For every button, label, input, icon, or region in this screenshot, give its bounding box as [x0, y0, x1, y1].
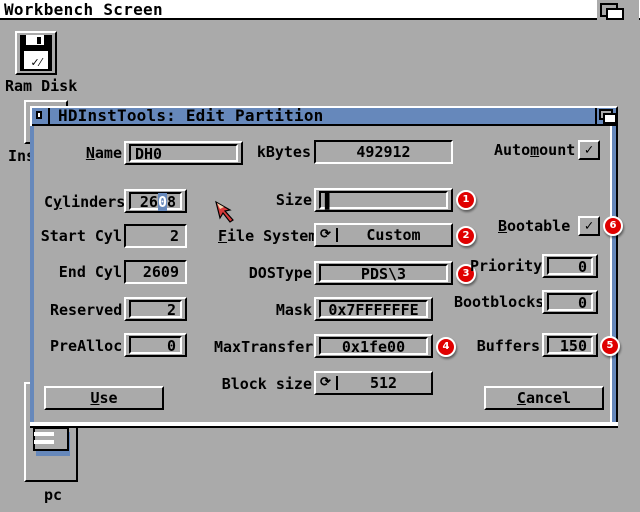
reserved-value: 2 — [129, 300, 182, 318]
priority-value: 0 — [547, 257, 593, 275]
mask-label: Mask — [275, 301, 312, 319]
annotation-badge-1: 1 — [456, 190, 476, 210]
close-icon — [36, 111, 42, 119]
block-size-cycle[interactable]: ⟳ 512 — [314, 371, 433, 395]
file-system-label: File System — [218, 227, 318, 245]
bootblocks-value: 0 — [547, 293, 593, 311]
prealloc-input[interactable]: 0 — [124, 333, 187, 357]
file-system-cycle[interactable]: ⟳ Custom — [314, 223, 453, 247]
priority-input[interactable]: 0 — [542, 254, 598, 278]
size-slider[interactable]: ▌ — [314, 188, 453, 212]
bootblocks-label: Bootblocks — [454, 293, 545, 311]
kbytes-label: kBytes — [256, 143, 311, 161]
ram-disk-icon[interactable]: ✓⁄ — [15, 31, 57, 75]
floppy-disk-icon: ✓⁄ — [20, 35, 52, 71]
bootable-label: Bootable — [498, 217, 571, 235]
window-right-border — [610, 126, 616, 426]
annotation-badge-2: 2 — [456, 226, 476, 246]
annotation-badge-5: 5 — [600, 336, 620, 356]
cylinders-value: 2608 — [129, 192, 182, 211]
priority-label: Priority — [470, 257, 543, 275]
dostype-input[interactable]: PDS\3 — [314, 261, 453, 285]
size-label: Size — [275, 191, 312, 209]
use-button[interactable]: Use — [44, 386, 164, 410]
prealloc-value: 0 — [129, 336, 182, 354]
block-size-label: Block size — [221, 375, 312, 393]
cylinders-input[interactable]: 2608 — [124, 189, 187, 213]
window-depth-gadget[interactable] — [595, 108, 617, 124]
screen-depth-gadget[interactable] — [597, 0, 639, 20]
file-system-value: Custom — [366, 226, 421, 244]
cycle-icon: ⟳ — [320, 375, 331, 390]
kbytes-value: 492912 — [314, 140, 453, 164]
mask-input[interactable]: 0x7FFFFFFE — [314, 297, 433, 321]
block-size-value: 512 — [369, 374, 398, 392]
pc-drive-label: pc — [44, 486, 63, 504]
checkmark-icon: ✓ — [584, 142, 594, 158]
screen-title: Workbench Screen — [4, 0, 163, 19]
name-input[interactable]: DH0 — [124, 141, 243, 165]
buffers-label: Buffers — [476, 337, 540, 355]
bootable-checkbox[interactable]: ✓ — [578, 216, 600, 236]
screen-title-bar: Workbench Screen — [0, 0, 640, 20]
annotation-badge-6: 6 — [603, 216, 623, 236]
ram-disk-label: Ram Disk — [5, 77, 78, 95]
automount-label: Automount — [494, 141, 576, 159]
window-title: HDInstTools: Edit Partition — [58, 106, 324, 125]
window-left-border — [30, 126, 34, 426]
window-bottom-border — [30, 422, 618, 428]
reserved-input[interactable]: 2 — [124, 297, 187, 321]
name-value: DH0 — [129, 144, 238, 162]
prealloc-label: PreAlloc — [50, 337, 123, 355]
start-cyl-label: Start Cyl — [40, 227, 122, 245]
cycle-icon: ⟳ — [320, 227, 331, 242]
mouse-pointer-icon — [215, 200, 234, 223]
maxtransfer-value: 0x1fe00 — [319, 337, 428, 355]
cylinders-label: Cylinders — [44, 193, 126, 211]
name-label: Name — [85, 144, 122, 162]
cycle-separator — [336, 376, 338, 390]
end-cyl-value: 2609 — [124, 260, 187, 284]
size-value: ▌ — [319, 191, 448, 209]
mask-value: 0x7FFFFFFE — [319, 300, 428, 318]
buffers-value: 150 — [547, 336, 593, 354]
dostype-value: PDS\3 — [319, 264, 448, 282]
end-cyl-label: End Cyl — [58, 263, 122, 281]
dostype-label: DOSType — [248, 264, 312, 282]
cycle-separator — [336, 228, 338, 242]
maxtransfer-input[interactable]: 0x1fe00 — [314, 334, 433, 358]
buffers-input[interactable]: 150 — [542, 333, 598, 357]
bootblocks-input[interactable]: 0 — [542, 290, 598, 314]
maxtransfer-label: MaxTransfer — [214, 338, 314, 356]
annotation-badge-4: 4 — [436, 337, 456, 357]
reserved-label: Reserved — [50, 301, 123, 319]
checkmark-icon: ✓ — [584, 218, 594, 234]
automount-checkbox[interactable]: ✓ — [578, 140, 600, 160]
close-button[interactable] — [32, 108, 50, 124]
text-cursor: 0 — [157, 193, 167, 211]
cancel-button[interactable]: Cancel — [484, 386, 604, 410]
start-cyl-value: 2 — [124, 224, 187, 248]
